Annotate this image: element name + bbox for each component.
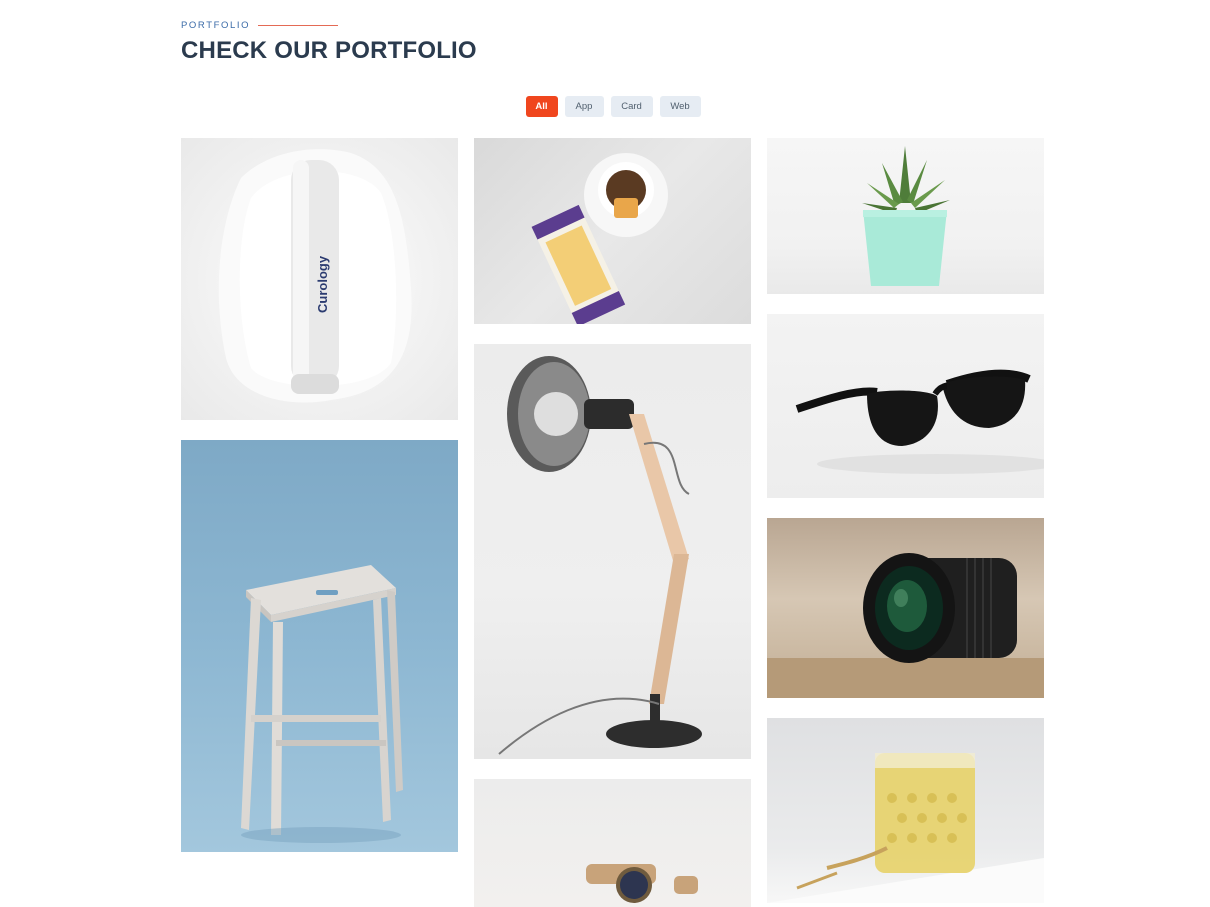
eyebrow-divider (258, 25, 339, 26)
curology-label: Curology (315, 255, 330, 313)
curology-bottle-image: Curology (218, 149, 412, 403)
lens-image (767, 553, 1044, 698)
portfolio-item-watch[interactable] (474, 779, 751, 907)
filter-app[interactable]: App (564, 96, 604, 117)
portfolio-item-glass[interactable] (767, 718, 1044, 903)
portfolio-item-curology[interactable]: Curology (181, 138, 458, 420)
stool-image (241, 565, 403, 843)
portfolio-filters: All App Card Web (0, 96, 1210, 117)
portfolio-item-plant[interactable] (767, 138, 1044, 294)
portfolio-item-lamp[interactable] (474, 344, 751, 759)
portfolio-item-tea[interactable] (474, 138, 751, 324)
tea-image (531, 153, 668, 324)
section-header: PORTFOLIO CHECK OUR PORTFOLIO (181, 20, 477, 65)
section-eyebrow: PORTFOLIO (181, 20, 477, 31)
portfolio-item-lens[interactable] (767, 518, 1044, 698)
watch-image (586, 864, 698, 903)
filter-all[interactable]: All (525, 96, 558, 117)
glass-image (767, 753, 1044, 903)
sunglasses-image (795, 369, 1044, 474)
filter-card[interactable]: Card (610, 96, 653, 117)
lamp-image (498, 356, 702, 755)
plant-image (862, 146, 950, 286)
section-title: CHECK OUR PORTFOLIO (181, 37, 477, 64)
filter-web[interactable]: Web (659, 96, 701, 117)
portfolio-item-sunglasses[interactable] (767, 314, 1044, 498)
portfolio-item-stool[interactable] (181, 440, 458, 852)
eyebrow-label: PORTFOLIO (181, 20, 251, 31)
